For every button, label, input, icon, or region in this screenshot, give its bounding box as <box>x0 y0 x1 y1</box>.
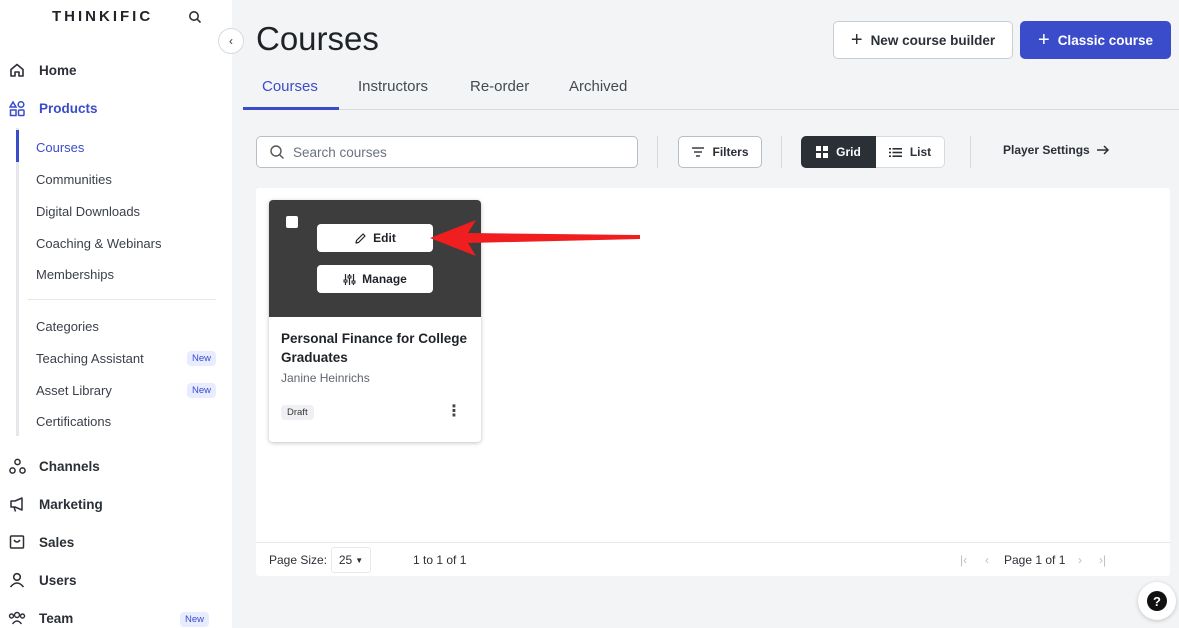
new-badge: New <box>187 383 217 398</box>
sales-icon <box>8 533 26 551</box>
tab-instructors[interactable]: Instructors <box>358 78 428 98</box>
sidebar-item-memberships[interactable]: Memberships <box>36 264 114 284</box>
team-icon <box>8 609 26 627</box>
button-label: Filters <box>712 145 749 159</box>
sidebar-item-label: Home <box>39 62 77 78</box>
arrow-right-icon <box>1096 145 1109 155</box>
filter-icon <box>692 147 705 157</box>
sidebar-item-sales[interactable]: Sales <box>8 529 74 555</box>
search-icon[interactable] <box>188 10 202 24</box>
search-box[interactable] <box>256 136 638 168</box>
results-range: 1 to 1 of 1 <box>413 553 467 567</box>
grid-icon <box>816 146 829 158</box>
home-icon <box>8 61 26 79</box>
page-size-label: Page Size: <box>269 553 328 567</box>
toolbar-divider <box>781 136 782 168</box>
active-tab-indicator <box>243 107 339 110</box>
sidebar-item-team[interactable]: Team <box>8 605 73 628</box>
new-badge: New <box>187 351 217 366</box>
sidebar-item-certifications[interactable]: Certifications <box>36 411 111 431</box>
course-author: Janine Heinrichs <box>281 371 370 385</box>
chevron-left-icon: ‹ <box>229 34 233 48</box>
sidebar-item-label: Channels <box>39 458 100 474</box>
question-icon: ? <box>1147 591 1167 611</box>
sidebar-item-coaching-webinars[interactable]: Coaching & Webinars <box>36 233 162 253</box>
submenu-rail <box>16 128 19 436</box>
classic-course-button[interactable]: + Classic course <box>1020 21 1171 59</box>
more-options-icon[interactable]: ⋮ <box>446 404 462 420</box>
red-annotation-arrow <box>430 220 640 256</box>
tabs-divider <box>243 109 1179 110</box>
course-title[interactable]: Personal Finance for College Graduates <box>281 329 471 367</box>
sidebar-item-label: Users <box>39 572 77 588</box>
sidebar-item-users[interactable]: Users <box>8 567 77 593</box>
sidebar-item-label: Products <box>39 100 98 116</box>
sidebar-item-teaching-assistant[interactable]: Teaching Assistant <box>36 348 144 368</box>
tab-courses[interactable]: Courses <box>262 78 318 98</box>
search-input[interactable] <box>293 144 613 160</box>
page-indicator: Page 1 of 1 <box>1004 553 1066 567</box>
page-size-select[interactable]: 25 ▼ <box>331 547 371 573</box>
sidebar-item-communities[interactable]: Communities <box>36 169 112 189</box>
tab-archived[interactable]: Archived <box>569 78 627 98</box>
submenu-divider <box>28 299 216 300</box>
manage-course-button[interactable]: Manage <box>317 265 433 293</box>
sidebar-item-categories[interactable]: Categories <box>36 316 99 336</box>
sidebar-item-products[interactable]: Products <box>8 95 98 121</box>
previous-page-icon[interactable]: ‹ <box>985 553 989 567</box>
page-size-value: 25 <box>338 553 353 567</box>
sidebar: THINKIFIC Home Products Courses Communit… <box>0 0 232 628</box>
last-page-icon[interactable]: ›| <box>1099 553 1106 567</box>
sidebar-item-marketing[interactable]: Marketing <box>8 491 103 517</box>
submenu-active-indicator <box>16 130 19 162</box>
select-course-checkbox[interactable] <box>286 216 298 228</box>
button-label: Grid <box>836 145 861 159</box>
channels-icon <box>8 457 26 475</box>
edit-course-button[interactable]: Edit <box>317 224 433 252</box>
sidebar-item-label: Team <box>39 610 74 626</box>
brand-logo[interactable]: THINKIFIC <box>52 8 153 25</box>
help-button[interactable]: ? <box>1138 582 1176 620</box>
sidebar-item-home[interactable]: Home <box>8 57 77 83</box>
sidebar-item-digital-downloads[interactable]: Digital Downloads <box>36 201 140 221</box>
list-icon <box>888 147 902 157</box>
button-label: Manage <box>362 272 407 286</box>
products-icon <box>8 99 26 117</box>
sidebar-item-channels[interactable]: Channels <box>8 453 100 479</box>
caret-down-icon: ▼ <box>355 555 364 565</box>
new-badge: New <box>180 612 210 627</box>
plus-icon: + <box>1038 29 1050 51</box>
users-icon <box>8 571 26 589</box>
player-settings-link[interactable]: Player Settings <box>1003 143 1110 157</box>
panel-footer-divider <box>256 542 1170 543</box>
button-label: Edit <box>373 231 396 245</box>
tab-re-order[interactable]: Re-order <box>470 78 529 98</box>
sidebar-item-asset-library[interactable]: Asset Library <box>36 380 112 400</box>
list-view-button[interactable]: List <box>876 136 945 168</box>
sidebar-item-courses[interactable]: Courses <box>36 137 84 157</box>
sidebar-item-label: Sales <box>39 534 75 550</box>
pencil-icon <box>355 232 366 244</box>
new-course-builder-button[interactable]: + New course builder <box>833 21 1013 59</box>
marketing-icon <box>8 495 26 513</box>
filters-button[interactable]: Filters <box>678 136 762 168</box>
sidebar-item-label: Marketing <box>39 496 103 512</box>
first-page-icon[interactable]: |‹ <box>960 553 967 567</box>
page-title: Courses <box>256 20 379 57</box>
button-label: List <box>909 145 932 159</box>
plus-icon: + <box>850 29 863 51</box>
button-label: Classic course <box>1057 32 1153 48</box>
grid-view-button[interactable]: Grid <box>801 136 876 168</box>
toolbar-divider <box>970 136 971 168</box>
sliders-icon <box>343 273 356 285</box>
link-label: Player Settings <box>1003 143 1090 157</box>
button-label: New course builder <box>870 32 996 48</box>
next-page-icon[interactable]: › <box>1078 553 1082 567</box>
search-icon <box>270 145 284 159</box>
status-badge: Draft <box>281 405 314 420</box>
toolbar-divider <box>657 136 658 168</box>
collapse-sidebar-button[interactable]: ‹ <box>218 28 244 54</box>
